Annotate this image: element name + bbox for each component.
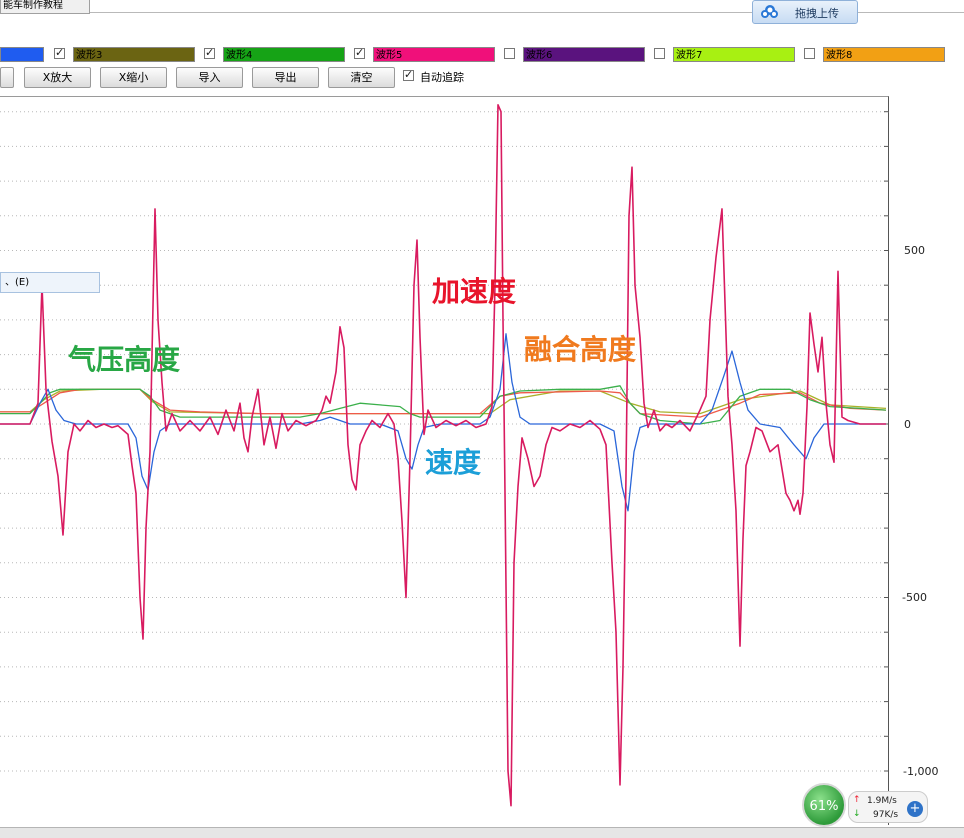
speed-panel: ↑ 1.9M/s ↓ 97K/s + (848, 791, 928, 823)
waveform-swatch-8[interactable]: 波形8 (823, 47, 945, 62)
waveform-8-checkbox[interactable] (804, 48, 815, 59)
auto-track-label: 自动追踪 (420, 71, 464, 84)
waveform-label: 波形4 (226, 50, 253, 61)
waveform-label: 波形6 (526, 50, 553, 61)
y-tick-label: -500 (902, 591, 927, 604)
toolbar-button-partial[interactable] (0, 67, 14, 88)
auto-track-checkbox[interactable] (403, 68, 414, 81)
waveform-5-checkbox[interactable] (354, 46, 365, 59)
annotation-fused-height: 融合高度 (524, 333, 637, 366)
waveform-swatch-3[interactable]: 波形3 (73, 47, 195, 62)
upload-button-label: 拖拽上传 (795, 7, 839, 20)
waveform-swatch-2[interactable] (0, 47, 44, 62)
x-zoom-out-button[interactable]: X缩小 (100, 67, 167, 88)
waveform-label: 波形7 (676, 50, 703, 61)
annotation-air-pressure-height: 气压高度 (68, 343, 181, 376)
y-tick-label: -1,000 (903, 765, 939, 778)
cloud-icon (761, 5, 778, 18)
export-button[interactable]: 导出 (252, 67, 319, 88)
waveform-7-checkbox[interactable] (654, 48, 665, 59)
annotation-velocity: 速度 (425, 446, 482, 479)
cpu-gauge[interactable]: 61% (802, 783, 846, 827)
waveform-label: 波形3 (76, 50, 103, 61)
network-speed-widget[interactable]: 61% ↑ 1.9M/s ↓ 97K/s + (800, 783, 928, 829)
annotation-acceleration: 加速度 (432, 275, 517, 308)
window-tab[interactable]: 能车制作教程 (0, 0, 90, 14)
series-line-2 (0, 385, 887, 425)
series-line-3 (0, 388, 887, 418)
waveform-swatch-5[interactable]: 波形5 (373, 47, 495, 62)
x-zoom-in-button[interactable]: X放大 (24, 67, 91, 88)
waveform-label: 波形5 (376, 50, 403, 61)
upload-speed: 1.9M/s (867, 796, 897, 806)
download-speed: 97K/s (873, 810, 899, 820)
add-icon[interactable]: + (907, 801, 923, 817)
waveform-6-checkbox[interactable] (504, 48, 515, 59)
waveform-4-checkbox[interactable] (204, 46, 215, 59)
waveform-swatch-7[interactable]: 波形7 (673, 47, 795, 62)
series-line-4 (0, 388, 887, 415)
waveform-3-checkbox[interactable] (54, 46, 65, 59)
upload-arrow-icon: ↑ (853, 795, 861, 805)
context-tooltip: 、(E) (0, 272, 100, 293)
upload-button[interactable]: 拖拽上传 (752, 0, 858, 24)
import-button[interactable]: 导入 (176, 67, 243, 88)
waveform-swatch-6[interactable]: 波形6 (523, 47, 645, 62)
y-tick-label: 0 (904, 418, 911, 431)
waveform-label: 波形8 (826, 50, 853, 61)
clear-button[interactable]: 清空 (328, 67, 395, 88)
y-tick-label: 500 (904, 244, 925, 257)
download-arrow-icon: ↓ (853, 809, 861, 819)
waveform-swatch-4[interactable]: 波形4 (223, 47, 345, 62)
